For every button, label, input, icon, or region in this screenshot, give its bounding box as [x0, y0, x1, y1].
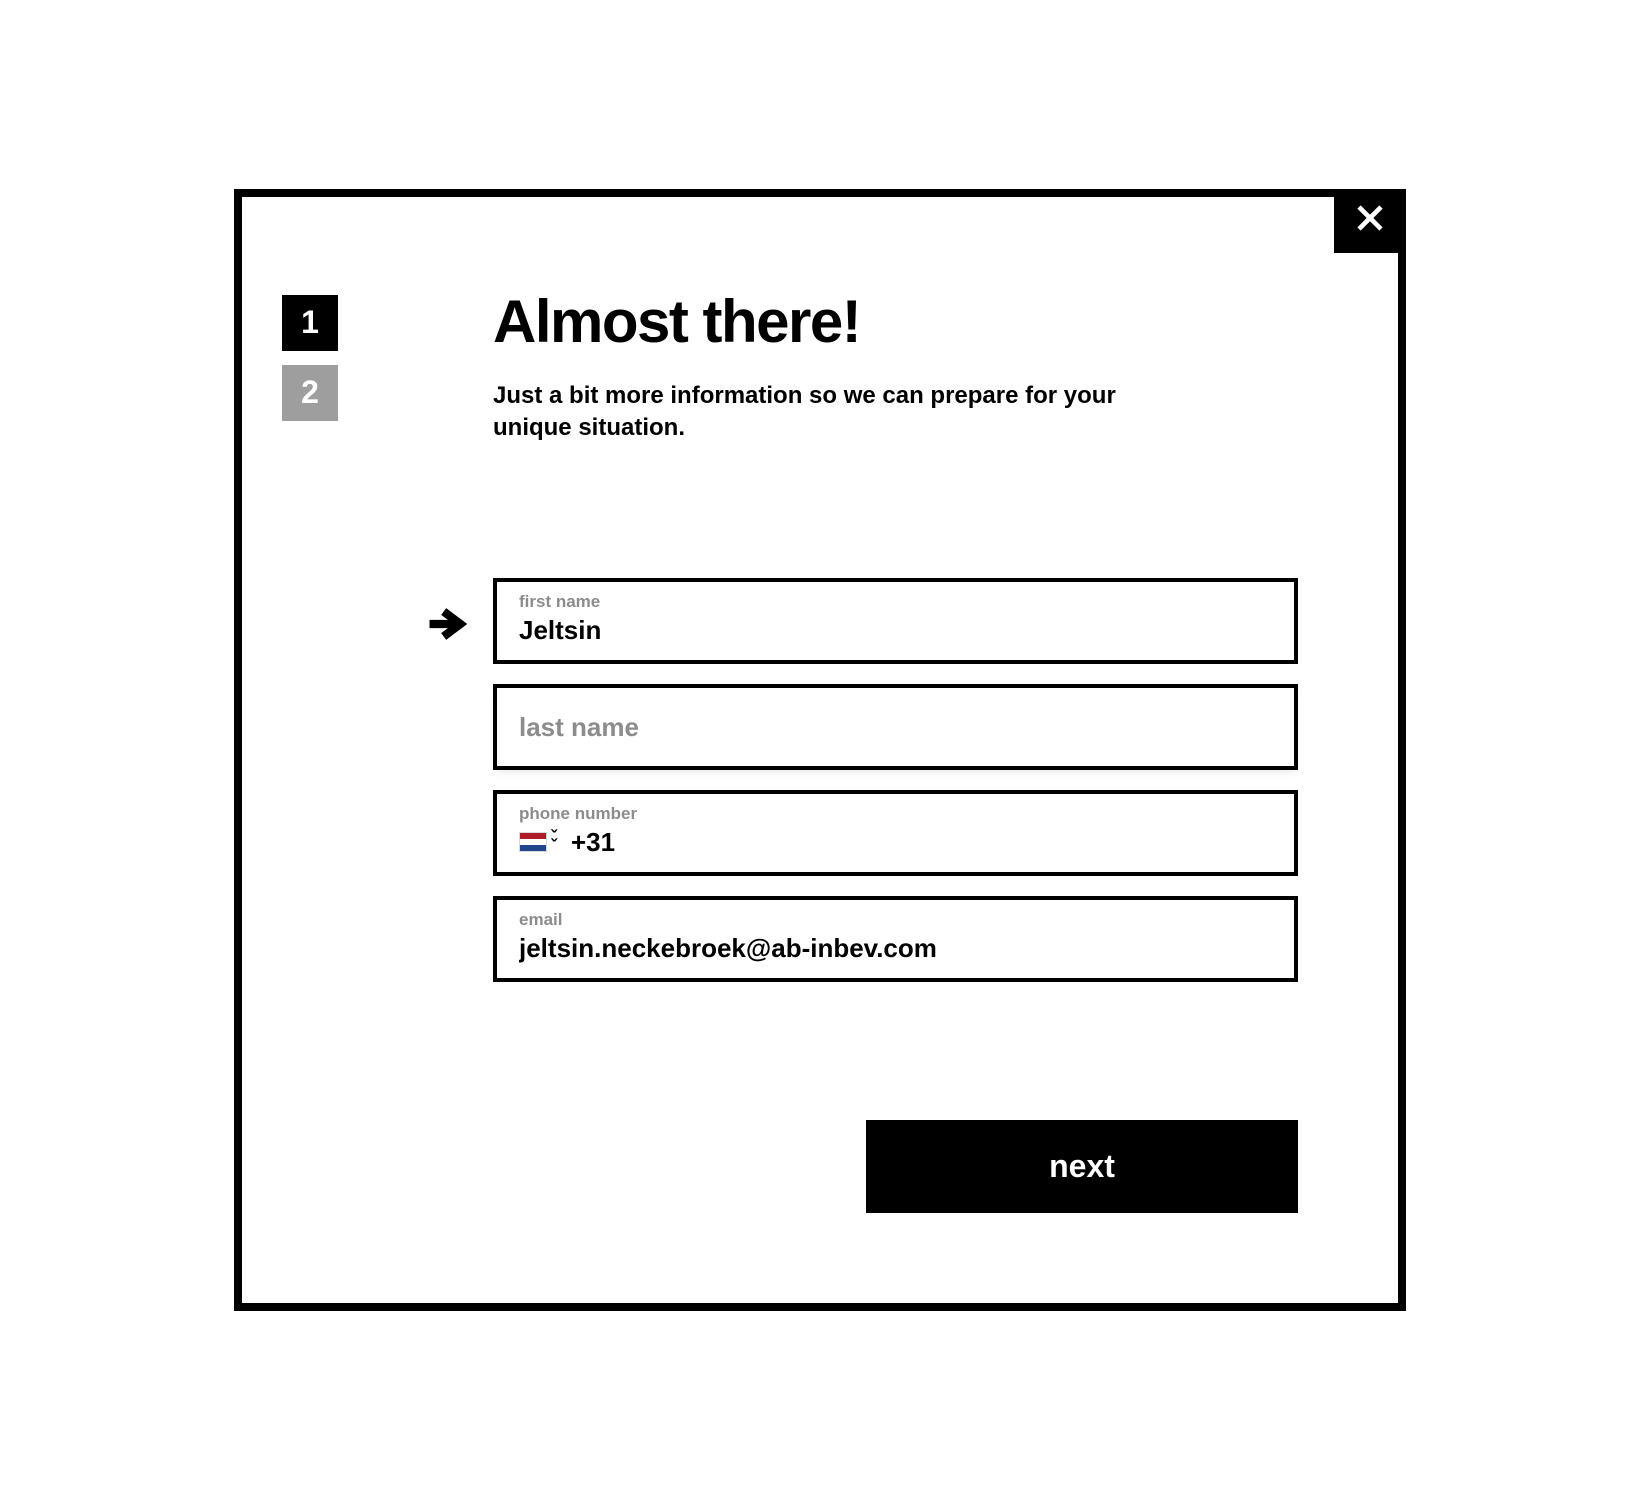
first-name-label: first name: [519, 592, 1272, 612]
email-label: email: [519, 910, 1272, 930]
phone-field-wrap: phone number ˇˇ: [493, 790, 1298, 876]
last-name-field-wrap: [493, 684, 1298, 770]
country-select[interactable]: ˇˇ: [519, 832, 557, 852]
last-name-input[interactable]: [519, 688, 1272, 766]
close-button[interactable]: [1334, 189, 1406, 253]
arrow-right-icon: [427, 604, 467, 644]
email-input[interactable]: [519, 930, 1272, 966]
step-2: 2: [282, 365, 338, 421]
next-button[interactable]: next: [866, 1120, 1298, 1213]
step-1: 1: [282, 295, 338, 351]
email-field-wrap: email: [493, 896, 1298, 982]
page-title: Almost there!: [493, 287, 1298, 356]
chevron-down-icon: ˇˇ: [551, 833, 557, 851]
phone-label: phone number: [519, 804, 1272, 824]
phone-input[interactable]: [571, 824, 1272, 860]
first-name-input[interactable]: [519, 612, 1272, 648]
modal: 1 2 Almost there! Just a bit more inform…: [234, 189, 1406, 1312]
page-subtitle: Just a bit more information so we can pr…: [493, 380, 1133, 445]
contact-form: first name phone number ˇˇ: [493, 578, 1298, 982]
step-indicator: 1 2: [282, 295, 338, 1214]
close-icon: [1354, 202, 1386, 239]
flag-nl-icon: [519, 832, 547, 852]
first-name-field-wrap: first name: [493, 578, 1298, 664]
